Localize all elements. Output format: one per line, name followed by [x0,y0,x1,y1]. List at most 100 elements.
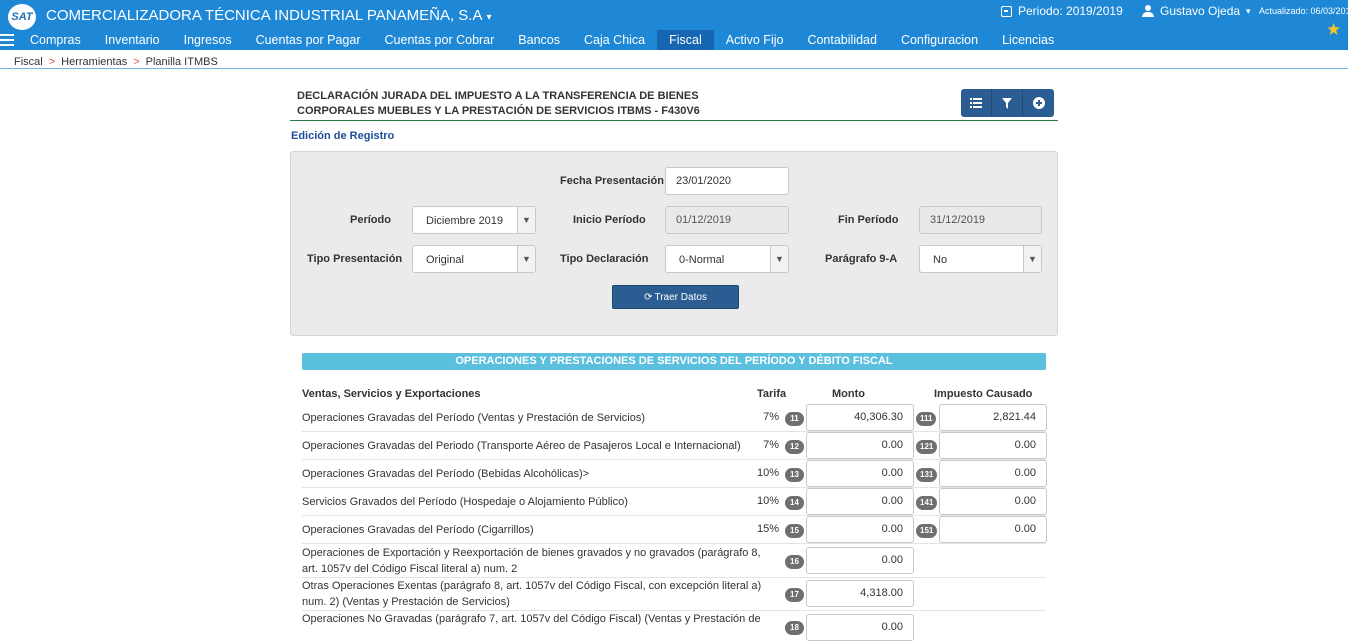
paragrafo-value: No [933,254,948,266]
row-description: Operaciones Gravadas del Período (Bebida… [302,468,590,480]
breadcrumb-herramientas[interactable]: Herramientas [61,56,127,68]
periodo-select[interactable]: Diciembre 2019 ▼ [412,206,536,234]
refresh-icon: ⟳ [644,291,653,303]
breadcrumb: Fiscal > Herramientas > Planilla ITMBS [14,56,218,68]
company-selector[interactable]: COMERCIALIZADORA TÉCNICA INDUSTRIAL PANA… [46,7,492,24]
row-tarifa: 10% [756,467,779,479]
user-icon [1142,5,1154,17]
col-header-tarifa: Tarifa [757,388,787,400]
table-row: Operaciones Gravadas del Período (Bebida… [302,460,1047,488]
period-selector[interactable]: Periodo: 2019/2019 [1001,4,1123,18]
impuesto-input[interactable]: 0.00 [939,460,1047,487]
breadcrumb-planilla: Planilla ITMBS [145,56,218,68]
nav-item-licencias[interactable]: Licencias [990,30,1066,50]
row-description-line1: Operaciones de Exportación y Reexportaci… [302,547,761,559]
nav-item-activo-fijo[interactable]: Activo Fijo [714,30,796,50]
title-divider [290,120,1058,121]
row-code-badge: 15 [785,524,804,538]
monto-input[interactable]: 0.00 [806,614,914,641]
nav-item-ingresos[interactable]: Ingresos [172,30,244,50]
list-button[interactable] [961,89,992,117]
tax-code-badge: 111 [916,412,937,426]
traer-datos-button[interactable]: ⟳ Traer Datos [612,285,739,309]
tipo-presentacion-select[interactable]: Original ▼ [412,245,536,273]
tax-code-badge: 121 [916,440,938,454]
company-name: COMERCIALIZADORA TÉCNICA INDUSTRIAL PANA… [46,7,483,24]
tipo-presentacion-value: Original [426,254,464,266]
row-description-line2: num. 2) (Ventas y Prestación de Servicio… [302,596,510,608]
row-code-badge: 16 [785,555,804,569]
row-description: Servicios Gravados del Período (Hospedaj… [302,496,628,508]
tipo-presentacion-label: Tipo Presentación [307,253,403,265]
page-title: DECLARACIÓN JURADA DEL IMPUESTO A LA TRA… [297,89,717,119]
nav-item-cuentas-por-pagar[interactable]: Cuentas por Pagar [244,30,373,50]
star-icon[interactable]: ★ [1326,20,1341,40]
nav-item-compras[interactable]: Compras [18,30,93,50]
nav-item-cuentas-por-cobrar[interactable]: Cuentas por Cobrar [373,30,507,50]
updated-label: Actualizado: 06/03/2019 [1259,6,1348,16]
fin-periodo-label: Fin Período [838,214,899,226]
row-code-badge: 11 [785,412,804,426]
tax-code-badge: 151 [916,524,938,538]
breadcrumb-fiscal[interactable]: Fiscal [14,56,43,68]
list-icon [970,98,982,108]
row-description-line1: Otras Operaciones Exentas (parágrafo 8, … [302,580,762,592]
fecha-presentacion-label: Fecha Presentación [560,175,664,187]
hamburger-menu-icon[interactable] [0,34,14,46]
row-code-badge: 18 [785,621,804,635]
row-tarifa: 10% [756,495,779,507]
monto-input[interactable]: 0.00 [806,460,914,487]
section-header: OPERACIONES Y PRESTACIONES DE SERVICIOS … [302,353,1046,370]
monto-input[interactable]: 0.00 [806,432,914,459]
filter-icon [1002,97,1012,109]
paragrafo-label: Parágrafo 9-A [825,253,898,265]
paragrafo-select[interactable]: No ▼ [919,245,1042,273]
plus-circle-icon [1032,97,1045,109]
nav-item-inventario[interactable]: Inventario [93,30,172,50]
row-description-line2: art. 1057v del Código Fiscal literal a) … [302,563,518,575]
impuesto-input[interactable]: 0.00 [939,432,1047,459]
nav-item-contabilidad[interactable]: Contabilidad [795,30,889,50]
add-button[interactable] [1023,89,1054,117]
row-description: Operaciones Gravadas del Periodo (Transp… [302,440,741,452]
page-title-line1: DECLARACIÓN JURADA DEL IMPUESTO A LA TRA… [297,90,699,102]
periodo-value: Diciembre 2019 [426,215,504,227]
page-title-line2: CORPORALES MUEBLES Y LA PRESTACIÓN DE SE… [297,105,700,117]
tipo-declaracion-label: Tipo Declaración [560,253,649,265]
row-code-badge: 13 [785,468,804,482]
table-row: Otras Operaciones Exentas (parágrafo 8, … [302,578,1046,611]
monto-input[interactable]: 40,306.30 [806,404,914,431]
nav-item-configuracion[interactable]: Configuracion [889,30,990,50]
monto-input[interactable]: 0.00 [806,547,914,574]
row-code-badge: 12 [785,440,804,454]
col-header-monto: Monto [832,388,865,400]
fin-periodo-input: 31/12/2019 [919,206,1042,234]
tipo-declaracion-select[interactable]: 0-Normal ▼ [665,245,789,273]
caret-down-icon: ▾ [486,12,492,23]
nav-item-bancos[interactable]: Bancos [506,30,572,50]
monto-input[interactable]: 0.00 [806,488,914,515]
table-row: Operaciones de Exportación y Reexportaci… [302,544,1046,578]
impuesto-input[interactable]: 0.00 [939,488,1047,515]
fecha-presentacion-input[interactable]: 23/01/2020 [665,167,789,195]
row-tarifa: 15% [756,523,779,535]
user-menu[interactable]: Gustavo Ojeda ▾ [1142,4,1251,18]
impuesto-input[interactable]: 2,821.44 [939,404,1047,431]
nav-item-caja-chica[interactable]: Caja Chica [572,30,657,50]
nav-item-fiscal[interactable]: Fiscal [657,30,714,50]
filter-button[interactable] [992,89,1023,117]
impuesto-input[interactable]: 0.00 [939,516,1047,543]
form-panel: Fecha Presentación 23/01/2020 Período Di… [290,151,1058,336]
tax-code-badge: 141 [916,496,938,510]
breadcrumb-divider [0,68,1348,69]
sat-logo: SAT [8,4,36,30]
monto-input[interactable]: 4,318.00 [806,580,914,607]
table-row: Operaciones Gravadas del Periodo (Transp… [302,432,1047,460]
monto-input[interactable]: 0.00 [806,516,914,543]
period-label: Periodo: 2019/2019 [1018,4,1123,18]
chevron-right-icon: > [48,56,56,68]
toolbar [961,89,1054,117]
chevron-down-icon: ▼ [517,207,535,233]
inicio-periodo-label: Inicio Período [573,214,646,226]
inicio-periodo-input: 01/12/2019 [665,206,789,234]
